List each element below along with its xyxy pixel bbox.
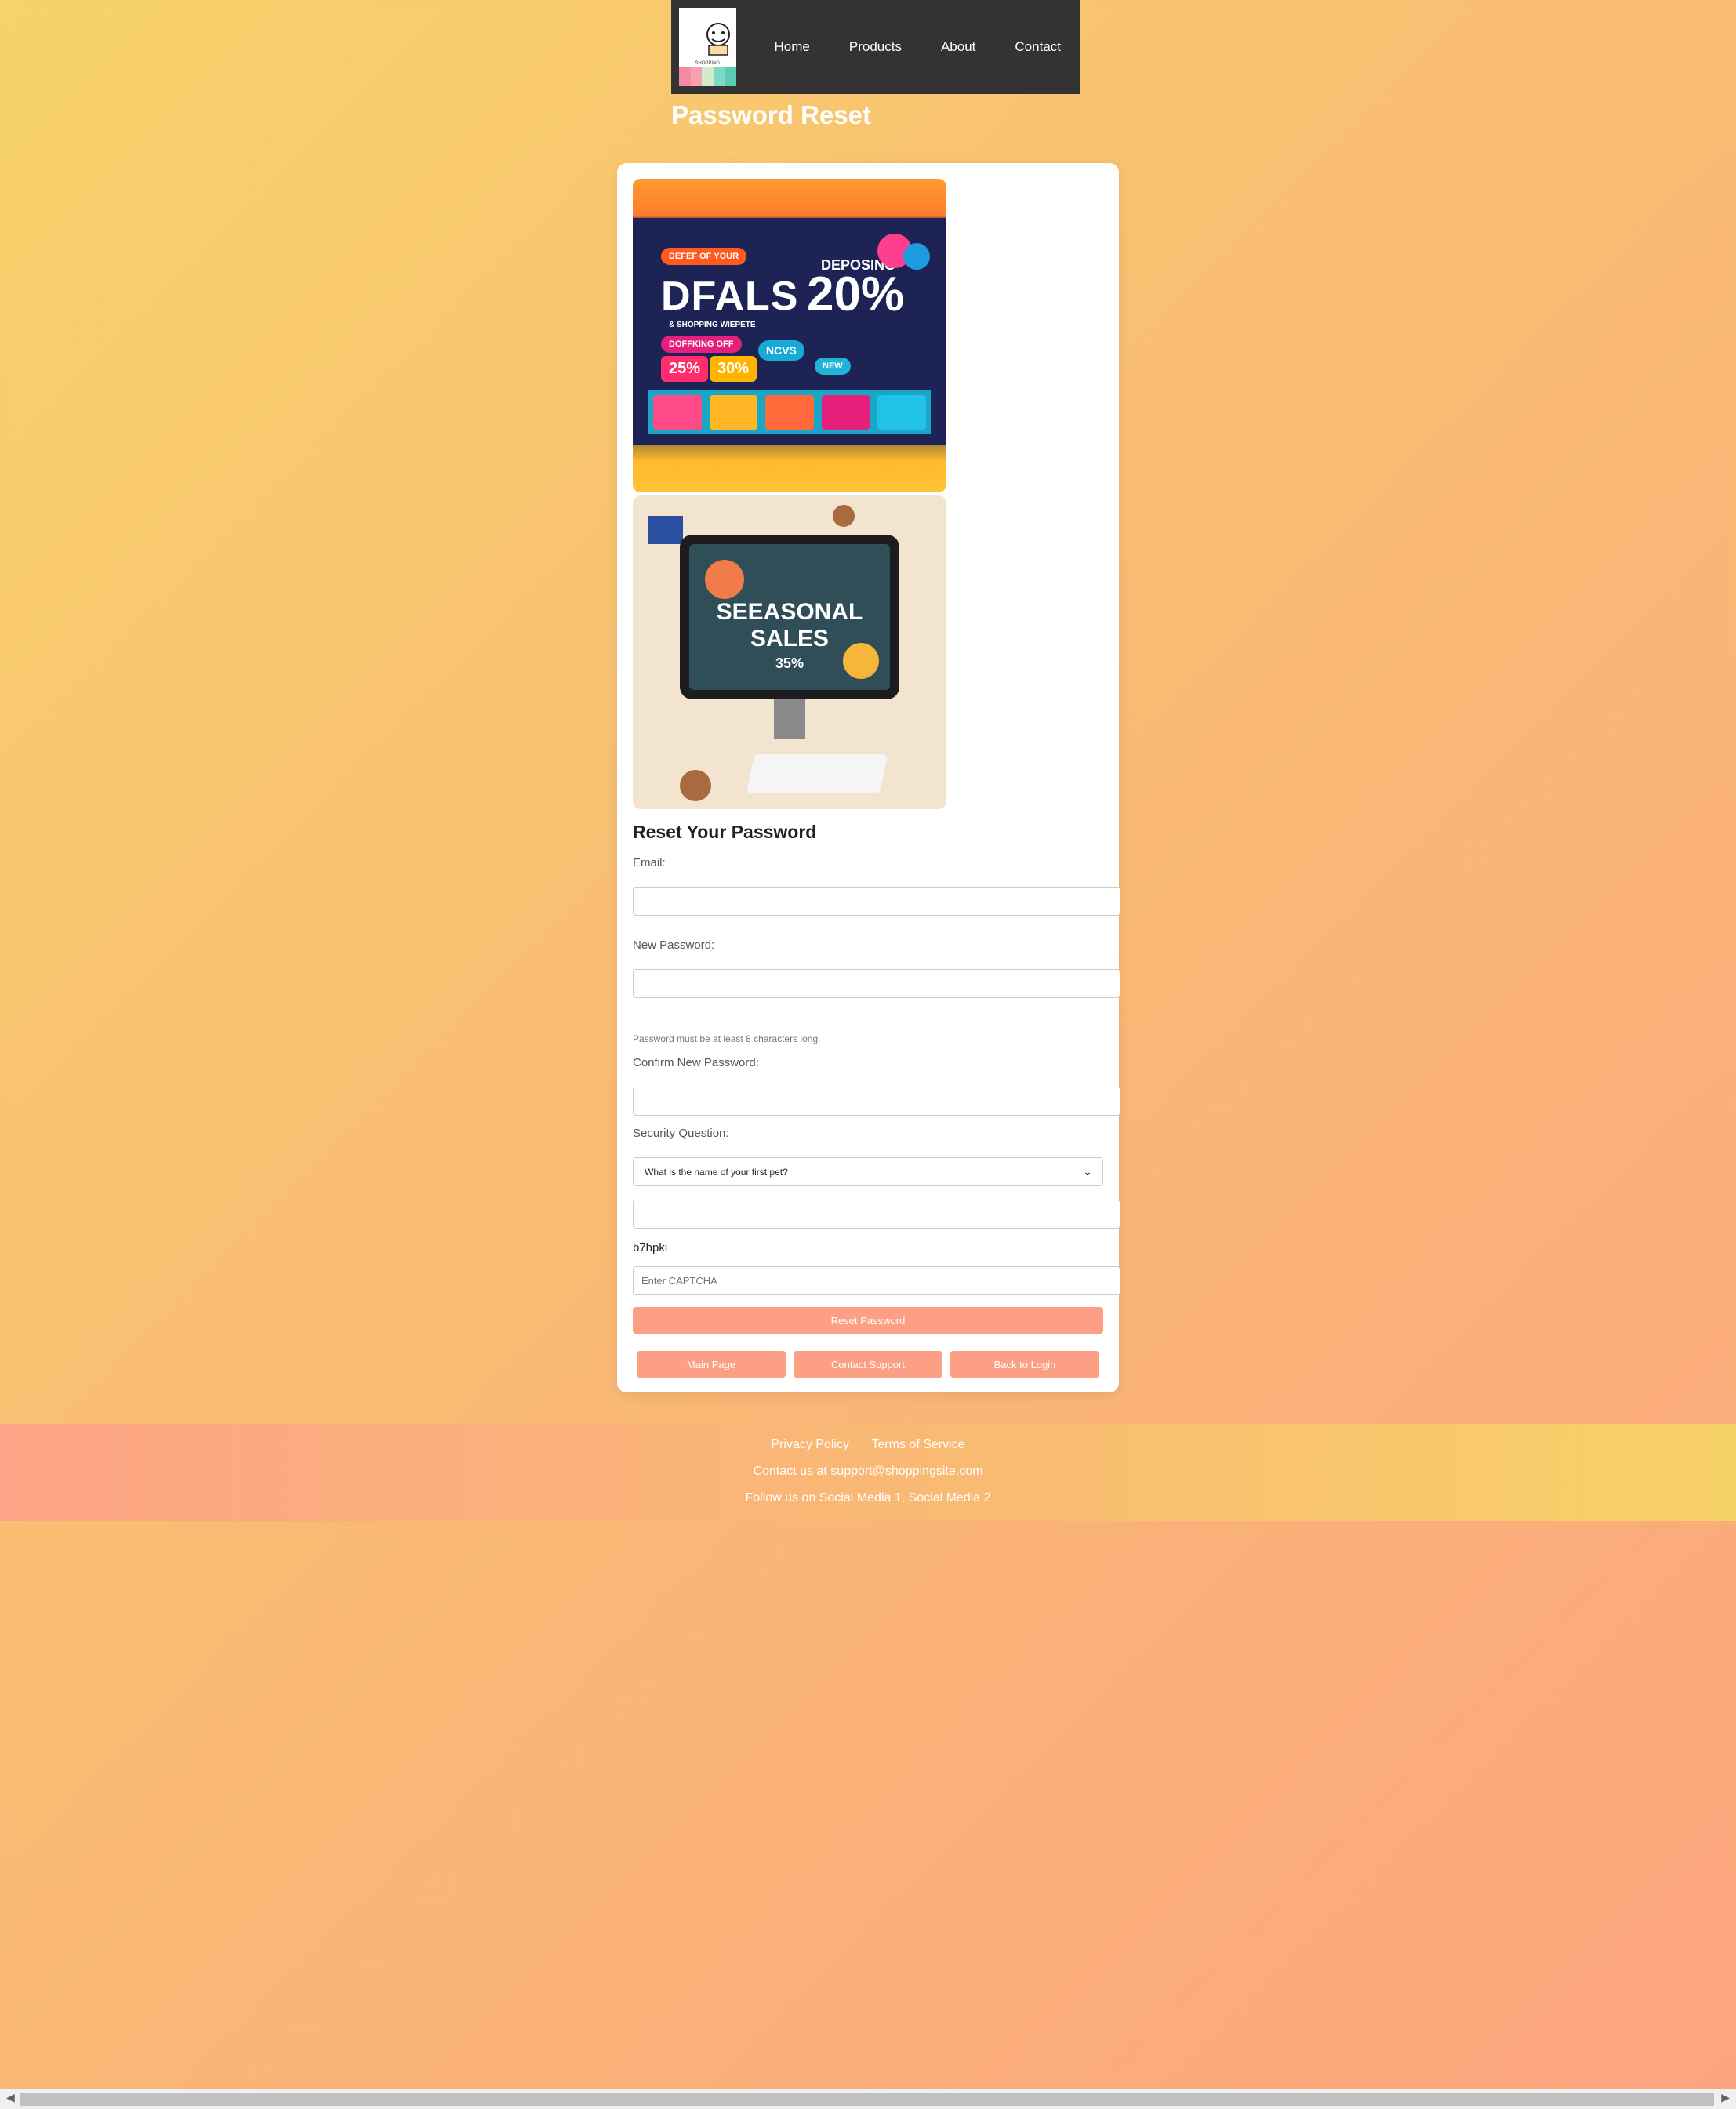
security-question-select[interactable]: What is the name of your first pet? ⌄ [633, 1157, 1103, 1186]
nav-links: Home Products About Contact [755, 39, 1080, 55]
top-navigation: SHOPPING Home Products About Contact [671, 0, 1080, 94]
form-heading: Reset Your Password [633, 822, 817, 842]
footer-links: Privacy Policy Terms of Service [0, 1438, 1736, 1452]
footer-contact: Contact us at support@shoppingsite.com [753, 1465, 983, 1478]
security-question-label: Security Question: [633, 1127, 729, 1140]
main-page-button[interactable]: Main Page [637, 1351, 786, 1378]
seasonal-sales-headline: SEEASONAL SALES [716, 599, 863, 652]
deals-banner-product-row [648, 390, 931, 434]
decor-ball-icon [833, 505, 855, 527]
balloon-icon-2 [903, 243, 930, 270]
deals-banner-percent: 20% [807, 267, 905, 321]
seasonal-sales-banner-image: SEEASONAL SALES 35% [633, 495, 946, 809]
nav-products-link[interactable]: Products [830, 39, 921, 55]
monitor-illustration: SEEASONAL SALES 35% [680, 535, 899, 699]
logo-wordmark: SHOPPING [695, 61, 721, 66]
nav-home-link[interactable]: Home [755, 39, 830, 55]
email-input[interactable] [633, 887, 1120, 916]
captcha-input[interactable] [633, 1266, 1120, 1295]
security-answer-input[interactable] [633, 1200, 1120, 1229]
chevron-down-icon: ⌄ [1083, 1166, 1091, 1178]
password-hint: Password must be at least 8 characters l… [633, 1033, 821, 1044]
deals-banner-tag-off: DOFFKING OFF [661, 336, 742, 353]
email-label: Email: [633, 856, 666, 869]
deals-banner-tag-ncvs: NCVS [758, 340, 804, 361]
scroll-left-arrow-icon[interactable]: ◀ [6, 2091, 15, 2104]
nav-about-link[interactable]: About [921, 39, 995, 55]
decor-ball-icon-2 [680, 770, 711, 801]
page-title: Password Reset [671, 100, 871, 129]
new-password-input[interactable] [633, 969, 1120, 998]
new-password-label: New Password: [633, 938, 715, 952]
security-question-value: What is the name of your first pet? [645, 1166, 788, 1178]
page-footer: Privacy Policy Terms of Service Contact … [0, 1424, 1736, 1521]
reset-password-button[interactable]: Reset Password [633, 1307, 1103, 1334]
privacy-policy-link[interactable]: Privacy Policy [771, 1438, 849, 1451]
contact-support-button[interactable]: Contact Support [794, 1351, 942, 1378]
deals-banner-tag-new: NEW [815, 358, 851, 375]
monitor-stand [774, 699, 805, 739]
deals-banner-sub: & SHOPPING WIEPETE [669, 321, 756, 329]
logo-strip [679, 67, 736, 86]
deals-banner-badge-30: 30% [710, 356, 757, 382]
scroll-right-arrow-icon[interactable]: ▶ [1721, 2091, 1730, 2104]
back-to-login-button[interactable]: Back to Login [950, 1351, 1099, 1378]
seasonal-sales-percent: 35% [775, 655, 804, 671]
deals-banner-image: DEFEF OF YOUR DFALS & SHOPPING WIEPETE D… [633, 179, 946, 492]
deals-banner-headline: DFALS [661, 274, 799, 319]
gift-box-icon [648, 516, 683, 544]
footer-social: Follow us on Social Media 1, Social Medi… [745, 1491, 991, 1505]
confirm-password-input[interactable] [633, 1087, 1120, 1116]
horizontal-scrollbar[interactable]: ◀ ▶ [0, 2089, 1736, 2109]
deals-banner-top-tag: DEFEF OF YOUR [661, 248, 747, 265]
nav-contact-link[interactable]: Contact [995, 39, 1080, 55]
mascot-logo-icon [706, 23, 730, 56]
flower-icon [705, 560, 744, 599]
terms-of-service-link[interactable]: Terms of Service [871, 1438, 964, 1451]
monitor-screen: SEEASONAL SALES 35% [689, 544, 890, 690]
confirm-password-label: Confirm New Password: [633, 1056, 759, 1069]
deals-banner-badge-25: 25% [661, 356, 709, 382]
keyboard-illustration [746, 754, 888, 793]
scrollbar-thumb[interactable] [20, 2093, 1714, 2106]
captcha-code: b7hpki [633, 1241, 668, 1254]
site-logo[interactable]: SHOPPING [679, 8, 736, 86]
password-reset-card: DEFEF OF YOUR DFALS & SHOPPING WIEPETE D… [617, 163, 1120, 1392]
